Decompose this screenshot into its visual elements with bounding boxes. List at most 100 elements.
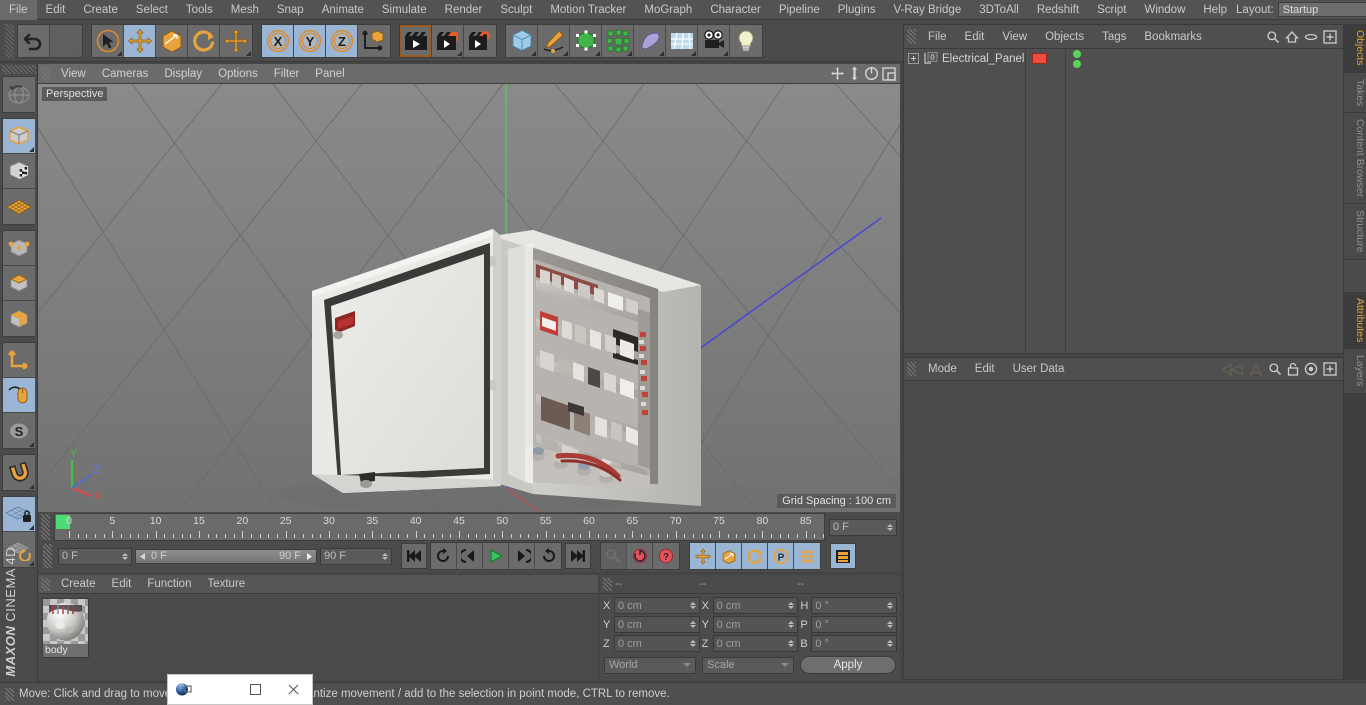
tab-attributes[interactable]: Attributes <box>1344 291 1366 350</box>
attribute-menu-edit[interactable]: Edit <box>966 358 1004 381</box>
workplane-mode-button[interactable] <box>3 189 35 224</box>
go-to-end-button[interactable] <box>565 543 591 569</box>
viewport-menu-filter[interactable]: Filter <box>266 64 308 84</box>
coord-field-rot-p[interactable]: 0 ° <box>811 616 897 633</box>
coord-field-rot-h[interactable]: 0 ° <box>811 597 897 614</box>
coord-field-rot-b[interactable]: 0 ° <box>811 635 897 652</box>
preview-range-slider[interactable]: 0 F 90 F <box>135 548 317 564</box>
coordinate-mode-select[interactable]: Scale <box>702 656 794 674</box>
tab-takes[interactable]: Takes <box>1344 72 1366 114</box>
viewport-menu-panel[interactable]: Panel <box>307 64 352 84</box>
coord-stepper-pos-y[interactable] <box>689 621 696 628</box>
scale-tool[interactable] <box>156 24 188 57</box>
coord-stepper-size-y[interactable] <box>788 621 795 628</box>
timeline-ruler[interactable]: 051015202530354045505560657075808590 <box>54 513 825 541</box>
menu-item-simulate[interactable]: Simulate <box>373 0 436 20</box>
maximize-button[interactable] <box>236 675 274 704</box>
range-left-arrow-icon[interactable] <box>138 552 147 561</box>
coord-stepper-rot-b[interactable] <box>886 640 893 647</box>
viewport-menu-view[interactable]: View <box>53 64 94 84</box>
tab-content-browser[interactable]: Content Browser <box>1344 113 1366 205</box>
dolly-icon[interactable] <box>848 66 861 81</box>
search-icon[interactable] <box>1268 362 1282 376</box>
tab-structure[interactable]: Structure <box>1344 204 1366 260</box>
menu-item-render[interactable]: Render <box>436 0 492 20</box>
object-visibility-dots[interactable] <box>1073 49 1081 68</box>
enable-axis-button[interactable] <box>3 343 35 378</box>
menu-item-vray-bridge[interactable]: V-Ray Bridge <box>884 0 970 20</box>
axis-move-tool[interactable] <box>220 24 252 57</box>
add-light-button[interactable] <box>730 24 762 57</box>
move-tool[interactable] <box>124 24 156 57</box>
render-to-picture-viewer-button[interactable] <box>432 24 464 57</box>
object-manager-tree[interactable]: 0 Electrical_Panel <box>904 49 1343 353</box>
menu-item-select[interactable]: Select <box>127 0 177 20</box>
select-tool[interactable] <box>92 24 124 57</box>
add-nurbs-generator-button[interactable] <box>570 24 602 57</box>
autokeying-button[interactable] <box>627 543 653 569</box>
ellipse-icon[interactable] <box>1304 30 1318 44</box>
menu-item-animate[interactable]: Animate <box>313 0 373 20</box>
preview-end-field[interactable]: 90 F <box>320 547 392 565</box>
current-frame-stepper[interactable] <box>122 552 128 560</box>
menu-item-mesh[interactable]: Mesh <box>222 0 268 20</box>
plus-box-icon[interactable] <box>1323 362 1337 376</box>
attribute-menu-user-data[interactable]: User Data <box>1004 358 1074 381</box>
add-deformer-button[interactable] <box>634 24 666 57</box>
current-frame-field[interactable]: 0 F <box>58 547 132 565</box>
object-menu-tags[interactable]: Tags <box>1093 25 1135 49</box>
coord-stepper-size-z[interactable] <box>788 640 795 647</box>
transport-grip[interactable] <box>43 544 52 568</box>
coord-field-pos-x[interactable]: 0 cm <box>614 597 700 614</box>
model-mode-button[interactable] <box>3 119 35 154</box>
end-frame-stepper[interactable] <box>887 523 893 531</box>
play-forward-loop-button[interactable] <box>535 543 561 569</box>
lock-z-axis[interactable]: Z <box>326 24 358 57</box>
render-settings-button[interactable] <box>464 24 496 57</box>
timeline-grip[interactable] <box>41 514 50 540</box>
end-frame-field[interactable]: 0 F <box>829 518 897 536</box>
timeline-toggle-button[interactable] <box>830 543 856 569</box>
material-manager-grip[interactable] <box>41 577 50 591</box>
object-material-tag[interactable] <box>1032 53 1047 64</box>
menu-item-script[interactable]: Script <box>1088 0 1135 20</box>
record-active-objects-button[interactable] <box>601 543 627 569</box>
material-item[interactable]: body <box>42 598 89 658</box>
points-mode-button[interactable] <box>3 231 35 266</box>
scale-key-button[interactable] <box>716 543 742 569</box>
object-menu-file[interactable]: File <box>919 25 956 49</box>
object-manager-grip[interactable] <box>907 29 916 44</box>
apply-button[interactable]: Apply <box>800 656 896 674</box>
left-palette-grip[interactable] <box>1 65 36 74</box>
material-menu-function[interactable]: Function <box>139 575 199 594</box>
home-icon[interactable] <box>1285 30 1299 44</box>
attribute-manager-grip[interactable] <box>907 362 916 376</box>
viewport-3d-scene[interactable]: Perspective Grid Spacing : 100 cm Y X Z <box>38 84 900 512</box>
menu-item-tools[interactable]: Tools <box>177 0 222 20</box>
coord-field-pos-y[interactable]: 0 cm <box>614 616 700 633</box>
lock-icon[interactable] <box>1287 362 1299 376</box>
material-menu-edit[interactable]: Edit <box>104 575 140 594</box>
preview-end-stepper[interactable] <box>382 552 388 560</box>
attribute-menu-mode[interactable]: Mode <box>919 358 966 381</box>
menu-item-file[interactable]: File <box>0 0 37 20</box>
coord-stepper-pos-z[interactable] <box>689 640 696 647</box>
point-level-animation-button[interactable] <box>794 543 820 569</box>
toolbar-grip[interactable] <box>5 23 14 58</box>
attribute-manager-content[interactable] <box>904 381 1343 679</box>
plus-box-icon[interactable] <box>1323 29 1337 44</box>
range-right-arrow-icon[interactable] <box>305 552 314 561</box>
redo-button[interactable] <box>50 24 82 57</box>
add-environment-button[interactable] <box>666 24 698 57</box>
coord-field-size-y[interactable]: 0 cm <box>712 616 799 633</box>
edges-mode-button[interactable] <box>3 266 35 301</box>
go-to-start-button[interactable] <box>401 543 427 569</box>
world-object-coordinates[interactable] <box>358 24 390 57</box>
step-forward-button[interactable] <box>509 543 535 569</box>
menu-item-motion-tracker[interactable]: Motion Tracker <box>541 0 635 20</box>
object-menu-edit[interactable]: Edit <box>956 25 994 49</box>
maximize-view-icon[interactable] <box>882 66 896 81</box>
tab-layers[interactable]: Layers <box>1344 349 1366 394</box>
viewport-grip[interactable] <box>41 67 50 80</box>
viewport-solo-button[interactable] <box>3 378 35 413</box>
